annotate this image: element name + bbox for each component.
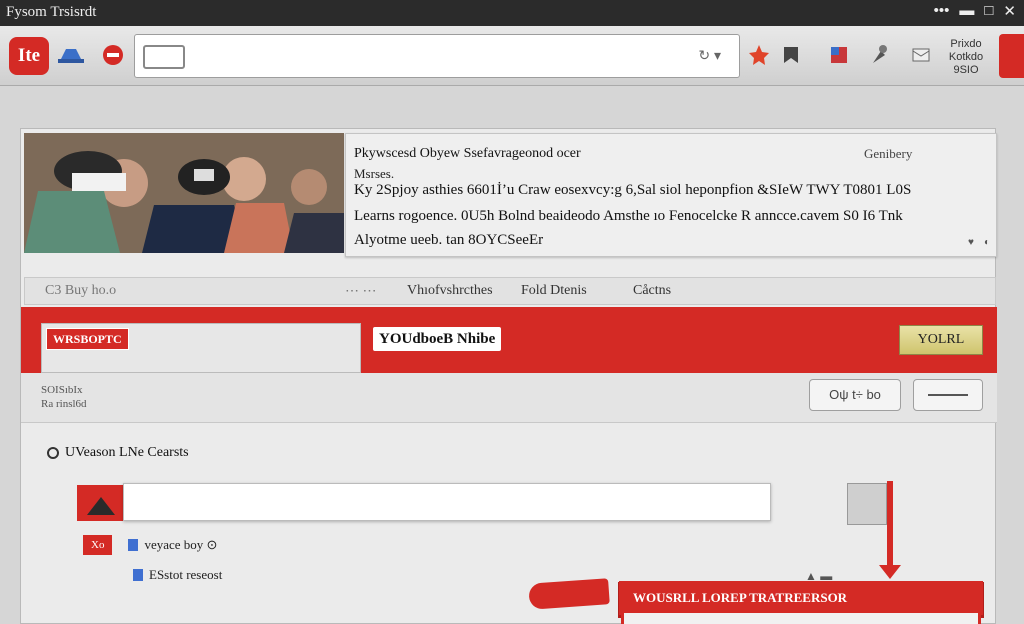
share-icon[interactable]: ◐ [984,237,990,248]
hat-icon[interactable] [56,40,86,70]
main-panel: Pkywscesd Obyew Ssefavrageonod ocer Geni… [20,128,997,624]
subscribe-button[interactable]: YOLRL [899,325,983,355]
menu-button[interactable] [999,34,1024,78]
info-line-1: SOISıbIx [41,384,83,396]
channel-name: YOUdboeB Nhibe [373,327,502,351]
cta-frame [621,613,981,624]
checkbox-icon[interactable] [128,539,139,551]
hero-subtitle: Msrses. [354,166,395,181]
flag-icon[interactable] [824,40,854,70]
option-1-label: veyace boy ⊙ [144,537,218,552]
pointer-line [887,481,893,569]
heart-icon[interactable]: ♥ [968,237,974,248]
browser-toolbar: Ite ↻ ▾ Prixdo Kotkdo 9SIO [0,26,1024,86]
option-1[interactable]: Xo veyace boy ⊙ [83,535,217,555]
hero-line-2: Learns rogoence. 0U5h Bolnd beaideodo Am… [354,208,903,224]
small-arrow-icon: ▲ ▬ [805,569,833,583]
hero-line-3: Alyotme ueeb. tan 8OYCSeeEr [354,232,544,248]
hero-link[interactable]: Genibery [864,146,912,162]
hero-title: Pkywscesd Obyew Ssefavrageonod ocer [354,146,581,161]
window-title-bar: Fysom Trsisrdt ••• ▬ □ ✕ [0,0,1024,26]
tab-separator-icon: ⋯ ⋯ [345,284,377,299]
warning-icon [77,485,125,521]
list-menu-button[interactable] [913,379,983,411]
thumbnail[interactable] [847,483,887,525]
channel-box: WRSBOPTC [41,323,361,373]
address-bar[interactable]: ↻ ▾ [134,34,740,78]
hero-card: Pkywscesd Obyew Ssefavrageonod ocer Geni… [345,133,997,257]
tab-left[interactable]: C3 Buy ho.o [45,283,116,299]
down-arrow-icon [879,565,901,579]
info-row: SOISıbIx Ra rinsl6d Oψ t÷ bo [21,373,997,423]
maximize-icon[interactable]: □ [984,2,993,20]
tool-icon[interactable] [864,40,894,70]
cta-button[interactable]: WOUSRLL LOREP TRATREERSOR [621,583,981,613]
option-2[interactable]: ESstot reseost [133,567,222,583]
window-controls: ••• ▬ □ ✕ [934,2,1016,20]
option-1-tag: Xo [83,535,113,555]
star-icon[interactable] [744,40,774,70]
page-icon [143,45,185,69]
app-logo[interactable]: Ite [9,37,49,75]
tab-strip: C3 Buy ho.o ⋯ ⋯ Vhıofvshrcthes Fold Dten… [24,277,996,305]
hero-image [24,133,344,253]
channel-header: WRSBOPTC YOUdboeB Nhibe YOLRL [21,307,997,373]
checkbox-icon[interactable] [133,569,143,581]
window-title: Fysom Trsisrdt [6,4,97,20]
comment-field-row [77,483,773,521]
info-line-2: Ra rinsl6d [41,398,87,410]
bookmark-icon[interactable] [776,40,806,70]
minimize-icon[interactable]: ▬ [959,2,974,20]
reload-icon[interactable]: ↻ ▾ [698,47,721,64]
hero-card-actions: ♥ ◐ [968,237,990,248]
section-heading: UVeason LNe Cearsts [47,445,189,461]
options-icon[interactable]: ••• [934,2,950,20]
callout-arrow-icon [528,578,610,610]
section-title: UVeason LNe Cearsts [65,445,189,460]
tab-2[interactable]: Fold Dtenis [521,283,587,299]
tab-3[interactable]: Cåctns [633,283,671,299]
settings-pill[interactable]: Oψ t÷ bo [809,379,901,411]
option-2-label: ESstot reseost [149,567,223,582]
profile-label[interactable]: Prixdo Kotkdo 9SIO [942,38,990,77]
info-text: SOISıbIx Ra rinsl6d [41,383,87,411]
hero-line-1: Ky 2Spjoy asthies 6601İ’u Craw eosexvcy:… [354,182,912,198]
tab-1[interactable]: Vhıofvshrcthes [407,283,493,299]
comment-input[interactable] [123,483,771,521]
record-icon[interactable] [98,40,128,70]
channel-tag[interactable]: WRSBOPTC [46,328,129,350]
clock-icon [47,447,59,459]
extension-icon[interactable] [906,40,936,70]
close-icon[interactable]: ✕ [1003,2,1016,20]
